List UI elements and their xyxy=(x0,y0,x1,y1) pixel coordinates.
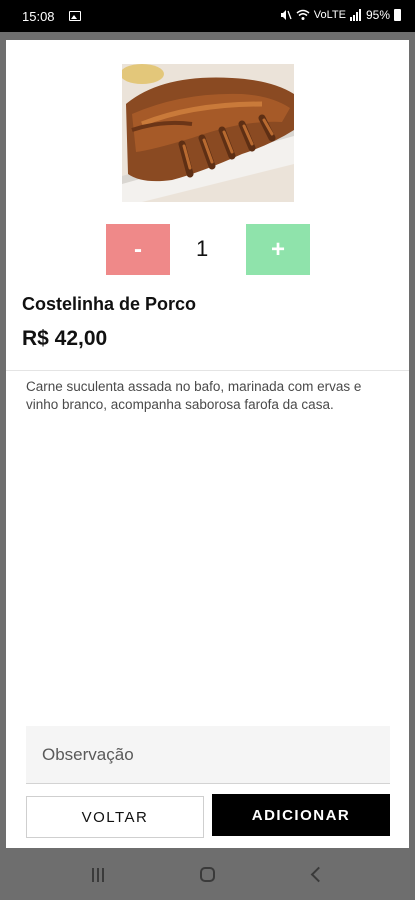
status-time: 15:08 xyxy=(22,9,55,24)
quantity-decrease-button[interactable]: - xyxy=(106,224,170,275)
observation-input[interactable] xyxy=(26,726,390,784)
battery-percent: 95% xyxy=(365,8,390,22)
quantity-increase-button[interactable]: + xyxy=(246,224,310,275)
product-price: R$ 42,00 xyxy=(22,327,108,350)
product-description: Carne suculenta assada no bafo, marinada… xyxy=(26,379,362,412)
divider xyxy=(6,370,409,371)
quantity-value: 1 xyxy=(196,236,209,261)
signal-icon xyxy=(349,9,361,21)
add-button[interactable]: ADICIONAR xyxy=(212,794,390,836)
network-label: VoLTE xyxy=(313,9,346,21)
image-icon xyxy=(69,11,81,21)
battery-icon xyxy=(394,9,401,21)
mute-icon xyxy=(280,10,292,20)
product-name: Costelinha de Porco xyxy=(22,294,197,314)
recents-icon[interactable] xyxy=(92,868,104,882)
status-bar: 15:08 VoLTE 95% xyxy=(0,0,415,32)
product-image xyxy=(122,64,294,202)
product-sheet: - 1 + Costelinha de Porco R$ 42,00 Carne… xyxy=(6,40,409,848)
system-nav-bar xyxy=(0,852,415,900)
back-button[interactable]: VOLTAR xyxy=(26,796,204,838)
wifi-icon xyxy=(296,9,310,20)
status-icons: VoLTE 95% xyxy=(280,8,401,22)
back-icon[interactable] xyxy=(310,866,327,883)
home-icon[interactable] xyxy=(200,867,215,882)
